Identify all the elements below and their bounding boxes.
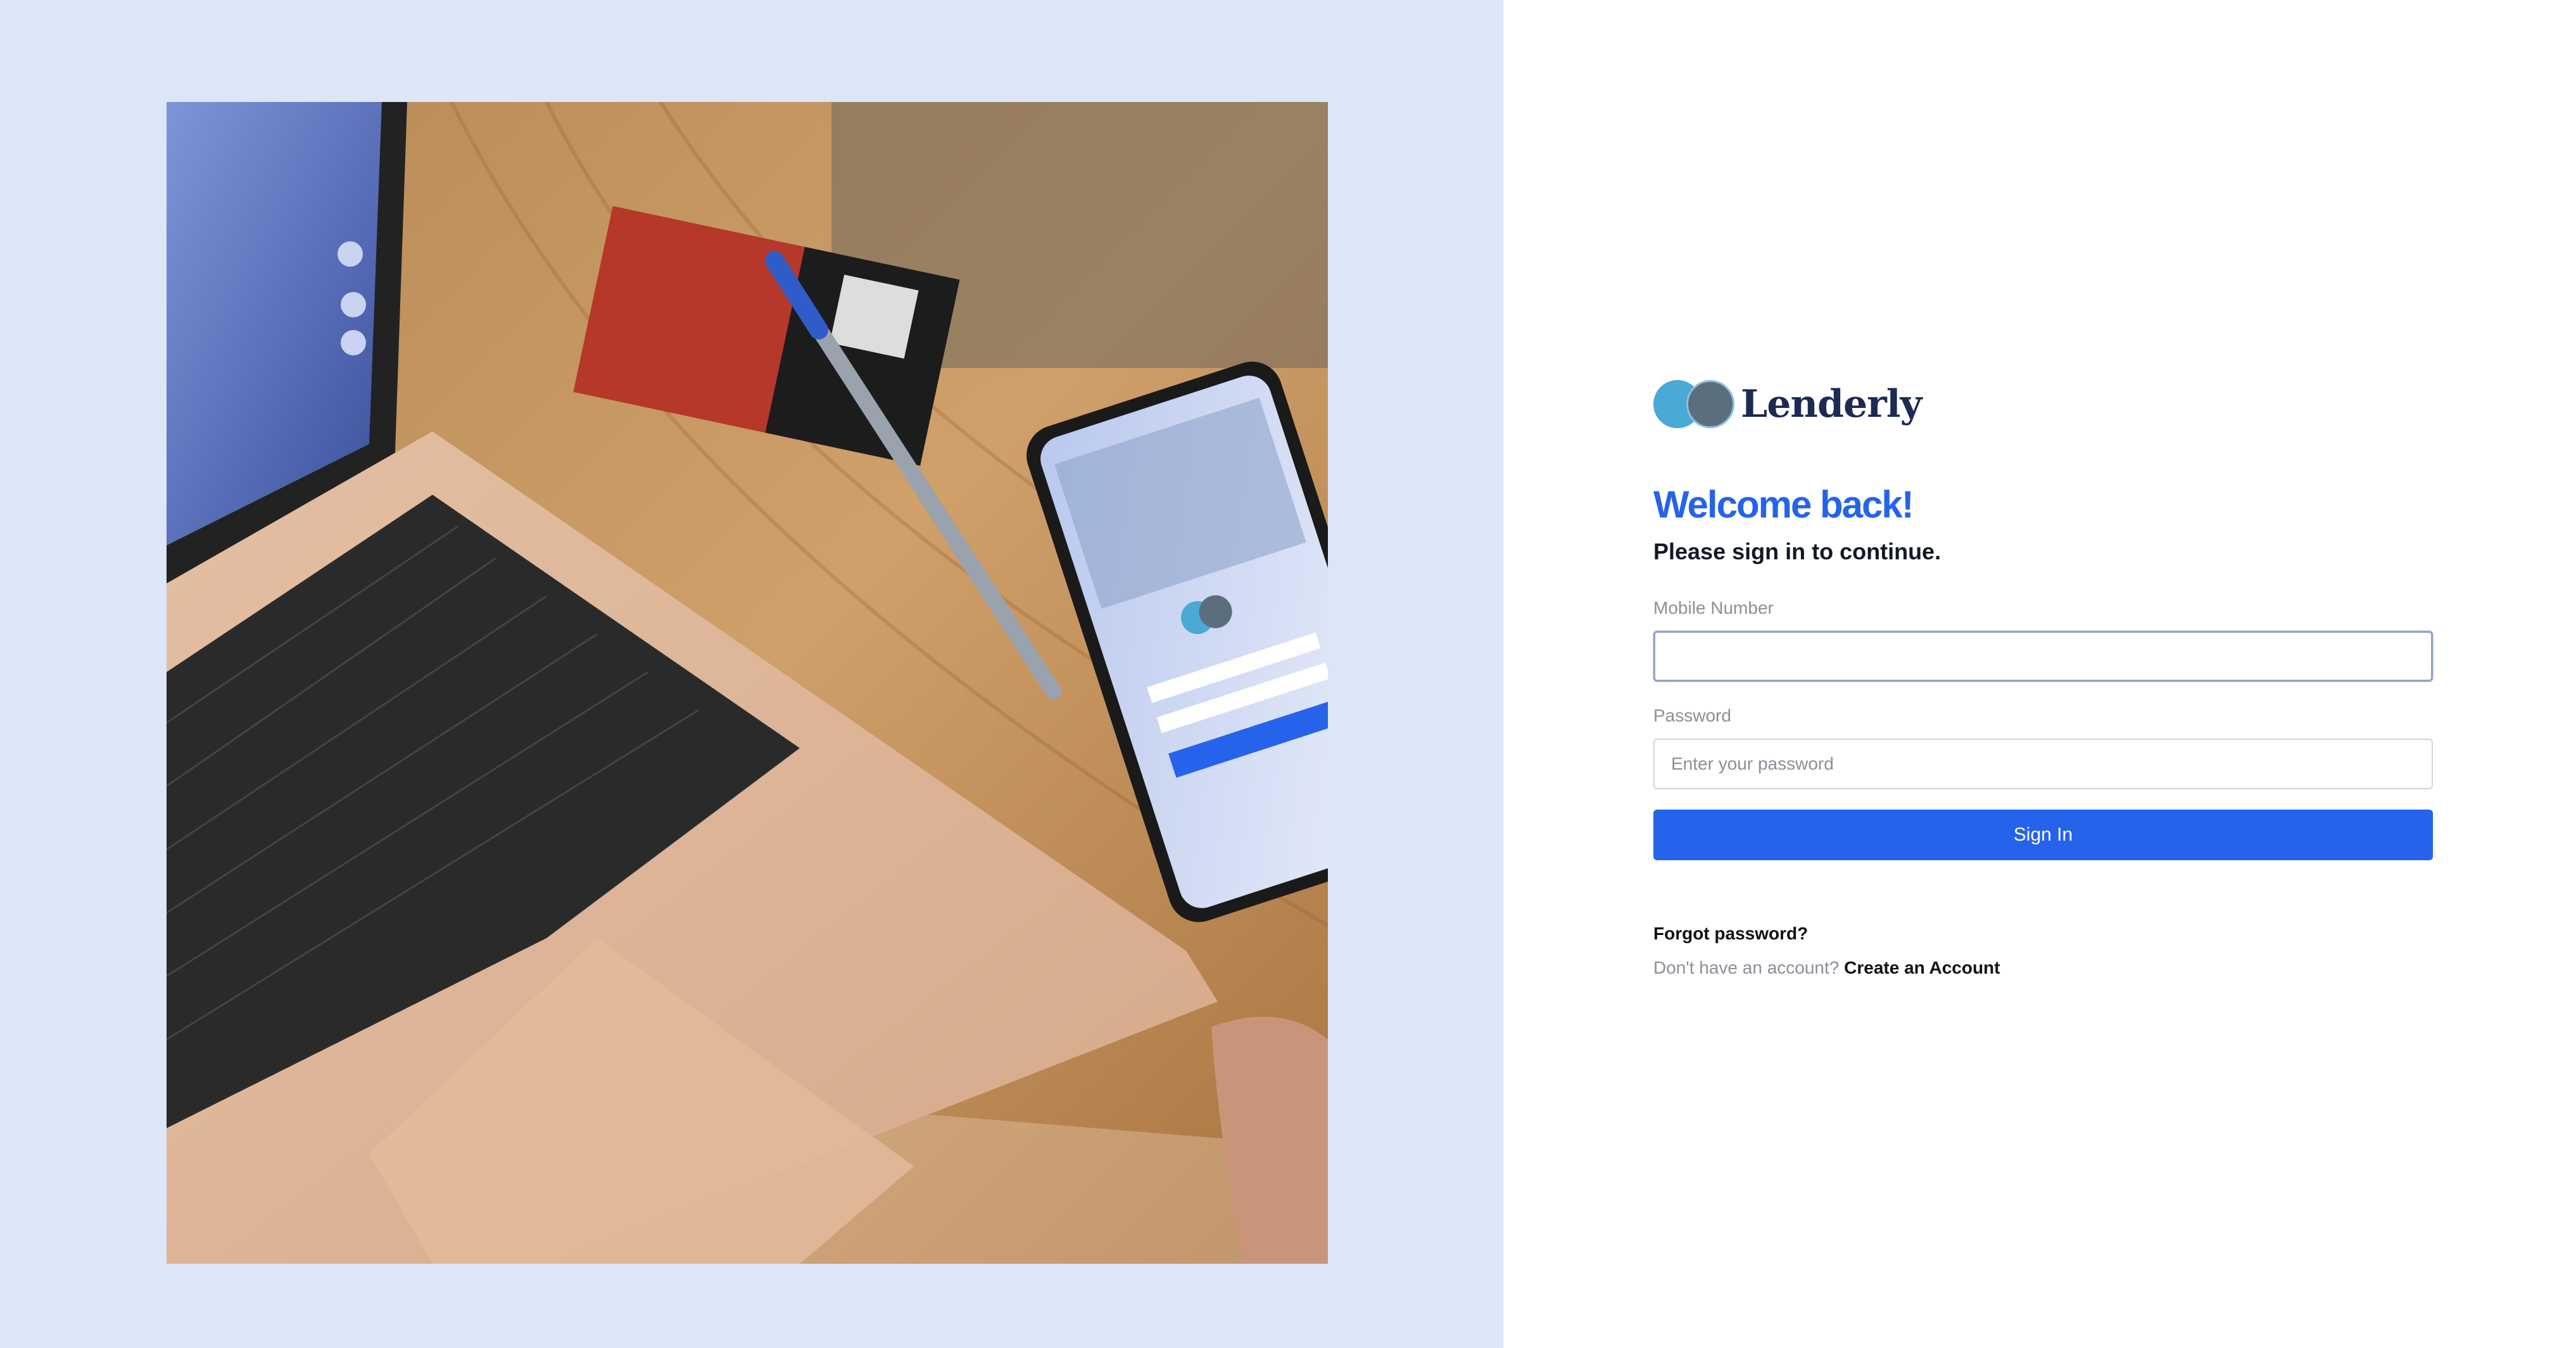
hero-image [167,102,1328,1264]
welcome-subtitle: Please sign in to continue. [1653,538,1941,564]
create-account-link[interactable]: Create an Account [1844,958,2000,977]
welcome-heading: Welcome back! [1653,483,1914,526]
login-page: Lenderly Welcome back! Please sign in to… [0,0,2576,1348]
brand-name: Lenderly [1741,382,1922,426]
brand-logo: Lenderly [1653,378,2433,430]
signup-row: Don't have an account? Create an Account [1653,958,2433,978]
logo-circles-icon [1653,379,1736,429]
forgot-password-link[interactable]: Forgot password? [1653,924,2433,944]
mobile-number-input[interactable] [1653,631,2433,682]
logo-circle-dark [1686,380,1734,428]
no-account-text: Don't have an account? [1653,958,1840,978]
left-panel [0,0,1503,1348]
laptop-phone-photo-icon [167,102,1328,1264]
password-input[interactable] [1653,739,2433,790]
password-label: Password [1653,706,1731,726]
mobile-number-label: Mobile Number [1653,598,1774,618]
right-panel: Lenderly Welcome back! Please sign in to… [1503,0,2576,1348]
login-form: Lenderly Welcome back! Please sign in to… [1653,378,2433,978]
sign-in-button[interactable]: Sign In [1653,810,2433,861]
